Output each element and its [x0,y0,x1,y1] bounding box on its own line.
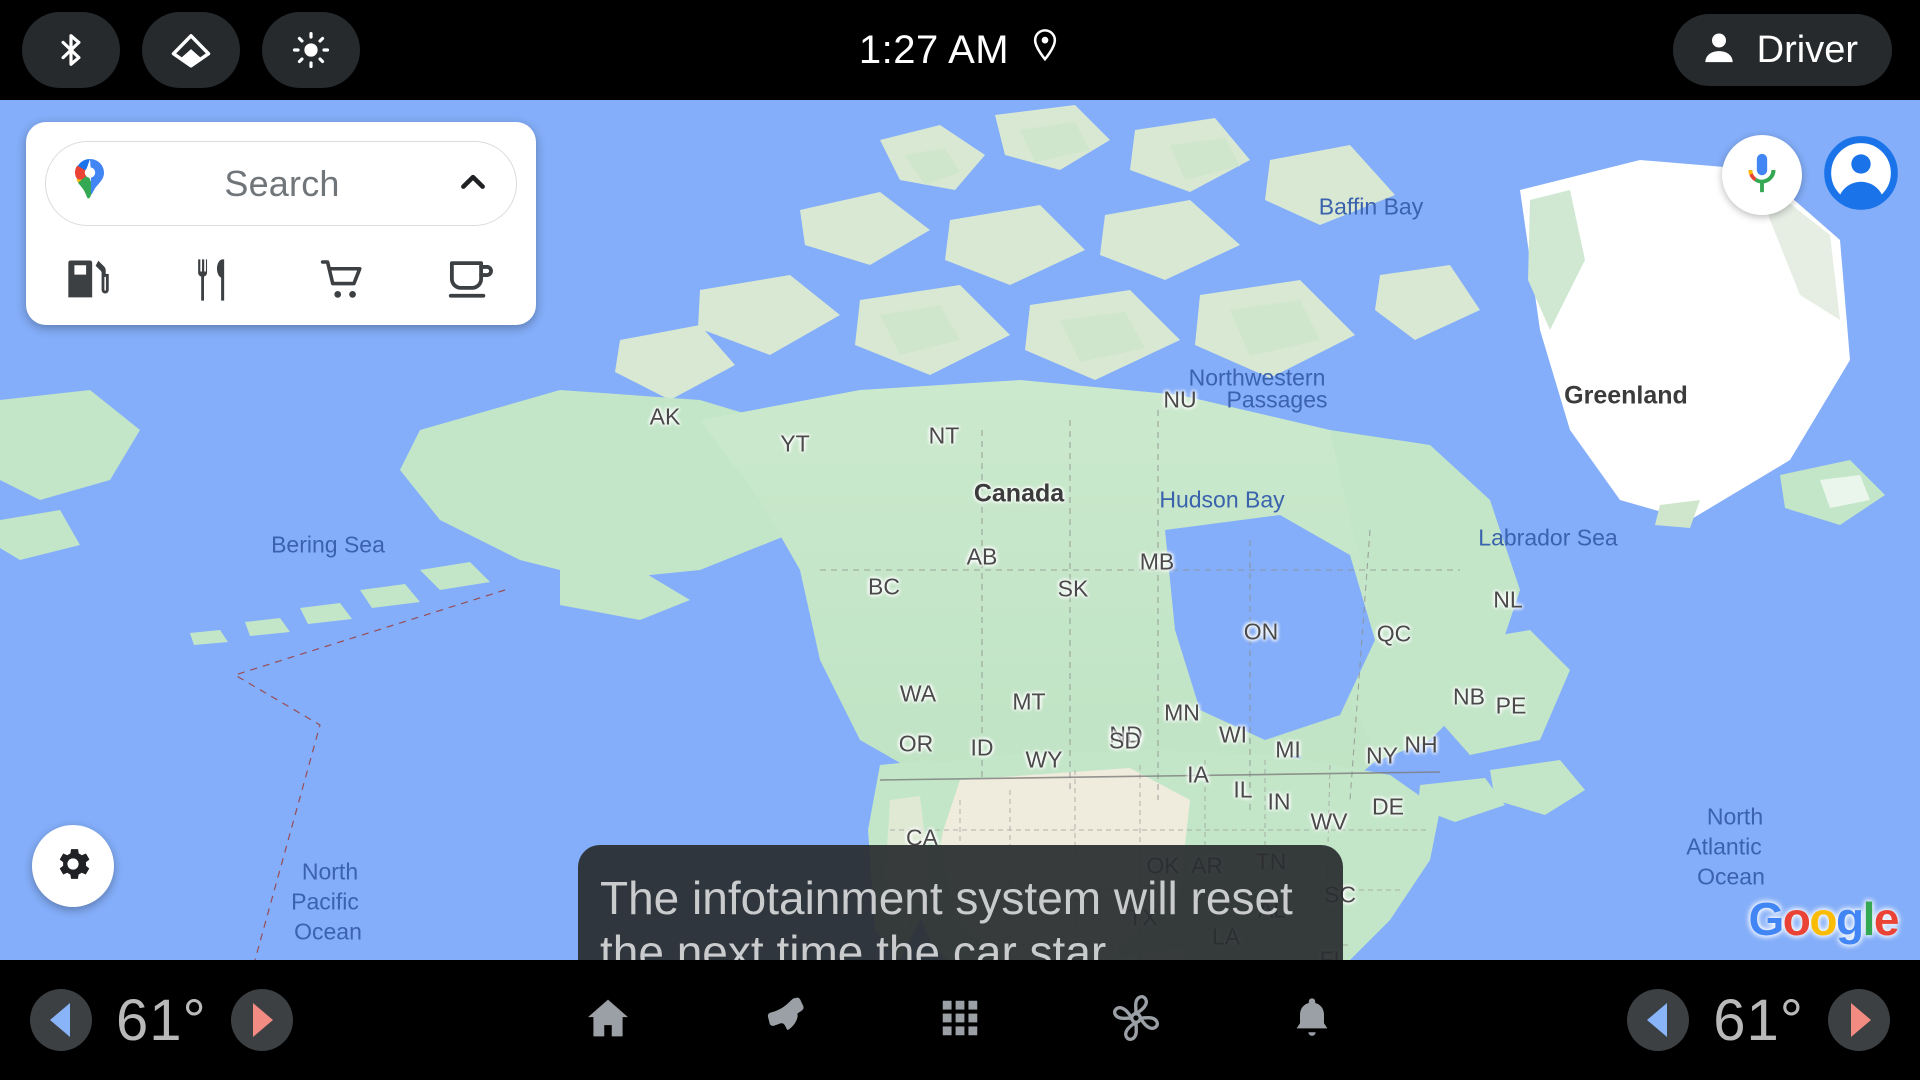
category-groceries[interactable] [280,242,407,322]
phone-icon [759,993,809,1048]
search-placeholder-text: Search [224,162,340,204]
google-assistant-mic-icon [1739,150,1785,201]
nav-apps-button[interactable] [920,980,1000,1060]
account-button[interactable] [1818,132,1904,218]
nav-phone-button[interactable] [744,980,824,1060]
google-maps-pin-icon [68,157,112,210]
profile-switcher-button[interactable]: Driver [1672,14,1892,86]
quick-toggles [22,12,360,88]
restaurant-icon [191,254,243,311]
profile-name: Driver [1756,28,1858,71]
category-coffee[interactable] [407,242,534,322]
category-shortcuts [26,242,536,322]
passenger-temp-decrease-button[interactable] [1627,989,1690,1051]
brightness-toggle[interactable] [262,12,360,88]
passenger-temp-increase-button[interactable] [1828,989,1890,1051]
assistant-mic-button[interactable] [1722,135,1802,215]
nav-home-button[interactable] [568,980,648,1060]
nav-notifications-button[interactable] [1272,980,1352,1060]
gear-icon [52,843,94,890]
clock: 1:27 AM [858,27,1010,72]
app-grid-icon [937,995,983,1046]
infotainment-screen: Arctic OceanBaffin BayNorthwesternPassag… [0,0,1920,1080]
navigation-bar: 61° 61° [0,960,1920,1080]
fan-icon [1109,991,1163,1050]
google-logo-letter: o [1809,893,1837,945]
account-circle-icon [1821,133,1901,218]
category-restaurants[interactable] [153,242,280,322]
category-gas-stations[interactable] [26,242,153,322]
google-logo-letter: G [1748,893,1785,945]
map-view[interactable]: Arctic OceanBaffin BayNorthwesternPassag… [0,100,1920,960]
home-icon [583,993,633,1048]
wifi-icon [171,30,211,70]
wifi-toggle[interactable] [142,12,240,88]
google-logo-letter: g [1836,893,1864,945]
coffee-cup-icon [444,253,498,312]
brightness-icon [292,31,330,69]
climate-control-passenger: 61° [1627,960,1890,1080]
search-input[interactable]: Search [45,141,517,226]
bluetooth-toggle[interactable] [22,12,120,88]
right-arrow-icon [1850,1003,1871,1037]
google-logo-letter: e [1873,893,1900,945]
google-watermark: Google [1748,892,1900,946]
passenger-temperature-value: 61° [1713,987,1804,1053]
google-logo-letter: o [1782,893,1811,945]
toast-message: The infotainment system will reset the n… [600,872,1293,960]
bell-icon [1288,994,1336,1047]
google-logo-letter: l [1862,893,1876,945]
gas-pump-icon [64,254,116,311]
status-bar: 1:27 AM Driver [0,0,1920,100]
chevron-up-icon[interactable] [452,160,494,207]
status-bar-right: Driver [1672,14,1892,86]
location-pin-icon [1029,28,1061,73]
maps-settings-button[interactable] [32,825,114,907]
person-icon [1699,28,1739,73]
maps-search-card: Search [26,122,536,325]
nav-climate-button[interactable] [1096,980,1176,1060]
left-arrow-icon [1646,1003,1667,1037]
shopping-cart-icon [317,253,371,312]
toast-notification: The infotainment system will reset the n… [578,845,1343,960]
bluetooth-icon [52,31,90,69]
